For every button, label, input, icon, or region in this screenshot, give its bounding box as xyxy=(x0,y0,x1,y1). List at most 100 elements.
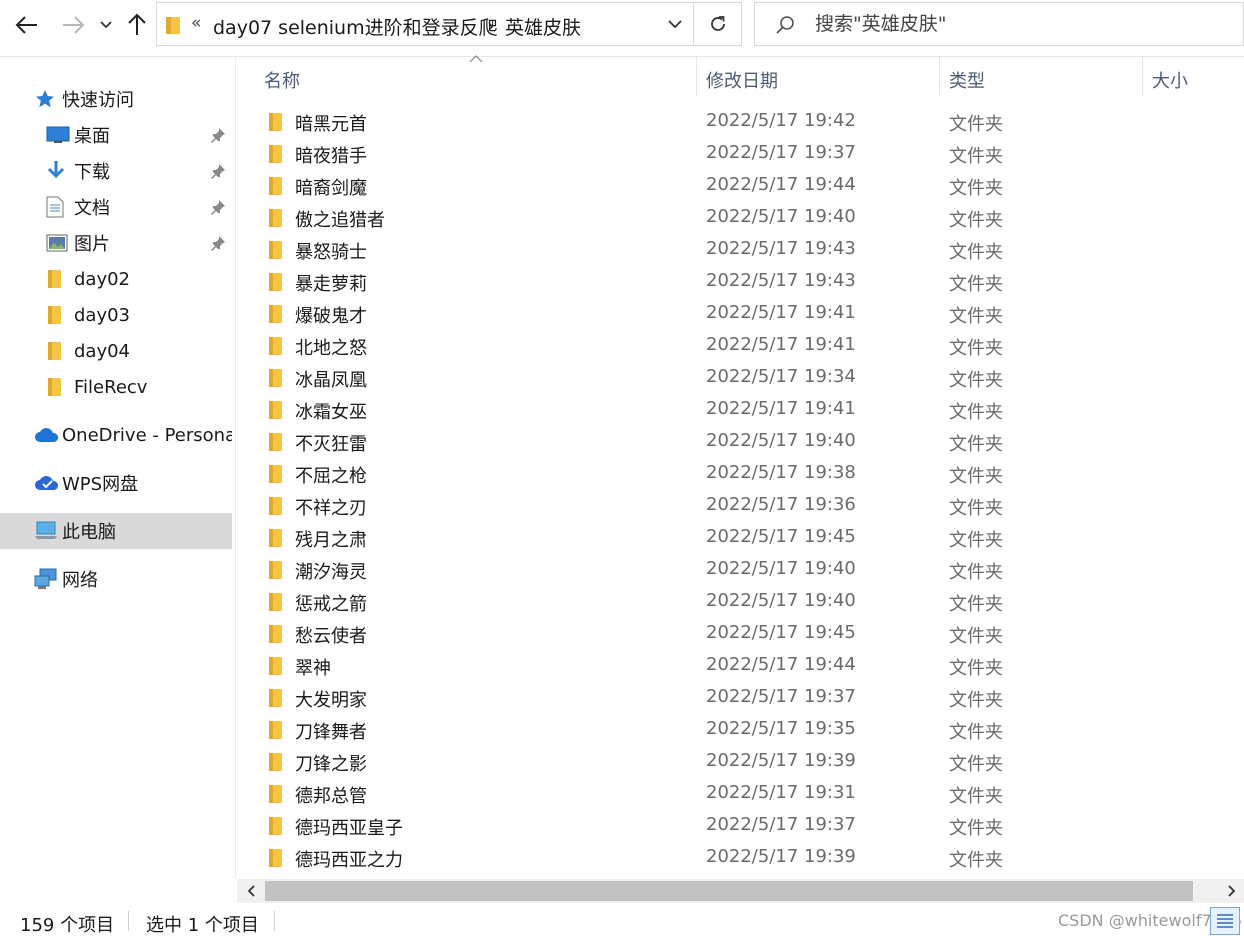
file-row[interactable]: 不灭狂雷 2022/5/17 19:40 文件夹 xyxy=(237,426,1197,458)
file-name[interactable]: 大发明家 xyxy=(295,686,367,712)
back-button[interactable] xyxy=(10,8,44,42)
folder-icon xyxy=(166,17,180,34)
file-name[interactable]: 暗裔剑魔 xyxy=(295,174,367,200)
column-divider[interactable] xyxy=(1142,57,1143,97)
column-divider[interactable] xyxy=(939,57,940,97)
file-row[interactable]: 冰晶凤凰 2022/5/17 19:34 文件夹 xyxy=(237,362,1197,394)
details-view-button[interactable] xyxy=(1210,907,1240,935)
sidebar-item-day04[interactable]: day04 xyxy=(0,333,232,369)
scroll-left-button[interactable] xyxy=(239,879,263,903)
file-list-view: 名称 修改日期 类型 大小 暗黑元首 2022/5/17 19:42 文件夹 暗夜猎手… xyxy=(237,55,1244,879)
recent-locations-button[interactable] xyxy=(96,8,116,42)
address-history-button[interactable] xyxy=(657,3,693,45)
breadcrumb-parent[interactable]: day07 selenium进阶和登录反爬 xyxy=(213,13,498,40)
file-date: 2022/5/17 19:36 xyxy=(706,494,856,515)
file-name[interactable]: 刀锋之影 xyxy=(295,750,367,776)
sidebar-item-network[interactable]: 网络 xyxy=(0,561,232,597)
file-row[interactable]: 冰霜女巫 2022/5/17 19:41 文件夹 xyxy=(237,394,1197,426)
file-row[interactable]: 愁云使者 2022/5/17 19:45 文件夹 xyxy=(237,618,1197,650)
file-date: 2022/5/17 19:31 xyxy=(706,782,856,803)
file-row[interactable]: 潮汐海灵 2022/5/17 19:40 文件夹 xyxy=(237,554,1197,586)
file-row[interactable]: 暗黑元首 2022/5/17 19:42 文件夹 xyxy=(237,106,1197,138)
scroll-thumb[interactable] xyxy=(265,881,1193,901)
sidebar-item-downloads[interactable]: 下载 xyxy=(0,153,232,189)
file-name[interactable]: 德邦总管 xyxy=(295,782,367,808)
column-header-type[interactable]: 类型 xyxy=(949,67,985,93)
column-header-name[interactable]: 名称 xyxy=(264,67,300,93)
file-name[interactable]: 翠神 xyxy=(295,654,331,680)
sidebar-item-label: 文档 xyxy=(74,198,110,219)
file-row[interactable]: 残月之肃 2022/5/17 19:45 文件夹 xyxy=(237,522,1197,554)
breadcrumb-separator[interactable]: › xyxy=(487,15,495,37)
address-bar[interactable]: « day07 selenium进阶和登录反爬 › 英雄皮肤 xyxy=(156,2,742,46)
search-input[interactable] xyxy=(815,11,1235,37)
file-name[interactable]: 暴怒骑士 xyxy=(295,238,367,264)
pin-icon[interactable] xyxy=(210,199,226,215)
file-name[interactable]: 不灭狂雷 xyxy=(295,430,367,456)
file-row[interactable]: 刀锋之影 2022/5/17 19:39 文件夹 xyxy=(237,746,1197,778)
file-row[interactable]: 暗夜猎手 2022/5/17 19:37 文件夹 xyxy=(237,138,1197,170)
file-name[interactable]: 暗夜猎手 xyxy=(295,142,367,168)
file-name[interactable]: 潮汐海灵 xyxy=(295,558,367,584)
file-date: 2022/5/17 19:40 xyxy=(706,558,856,579)
file-name[interactable]: 不祥之刃 xyxy=(295,494,367,520)
file-name[interactable]: 傲之追猎者 xyxy=(295,206,385,232)
sidebar-item-this-pc[interactable]: 此电脑 xyxy=(0,513,232,549)
sidebar-item-filerecv[interactable]: FileRecv xyxy=(0,369,232,405)
pin-icon[interactable] xyxy=(210,163,226,179)
column-header-date[interactable]: 修改日期 xyxy=(706,67,778,93)
file-date: 2022/5/17 19:38 xyxy=(706,462,856,483)
file-name[interactable]: 冰晶凤凰 xyxy=(295,366,367,392)
file-name[interactable]: 北地之怒 xyxy=(295,334,367,360)
file-name[interactable]: 德玛西亚之力 xyxy=(295,846,403,872)
file-row[interactable]: 德玛西亚皇子 2022/5/17 19:37 文件夹 xyxy=(237,810,1197,842)
file-row[interactable]: 翠神 2022/5/17 19:44 文件夹 xyxy=(237,650,1197,682)
horizontal-scrollbar[interactable] xyxy=(237,879,1244,903)
file-row[interactable]: 不屈之枪 2022/5/17 19:38 文件夹 xyxy=(237,458,1197,490)
file-name[interactable]: 德玛西亚皇子 xyxy=(295,814,403,840)
file-name[interactable]: 冰霜女巫 xyxy=(295,398,367,424)
file-row[interactable]: 不祥之刃 2022/5/17 19:36 文件夹 xyxy=(237,490,1197,522)
file-name[interactable]: 暗黑元首 xyxy=(295,110,367,136)
pin-icon[interactable] xyxy=(210,235,226,251)
file-row[interactable]: 傲之追猎者 2022/5/17 19:40 文件夹 xyxy=(237,202,1197,234)
scroll-right-button[interactable] xyxy=(1220,879,1244,903)
up-button[interactable] xyxy=(122,8,152,42)
sidebar-item-pictures[interactable]: 图片 xyxy=(0,225,232,261)
file-row[interactable]: 惩戒之箭 2022/5/17 19:40 文件夹 xyxy=(237,586,1197,618)
sidebar-item-onedrive[interactable]: OneDrive - Personal xyxy=(0,417,232,453)
search-box[interactable] xyxy=(754,2,1244,46)
file-name[interactable]: 残月之肃 xyxy=(295,526,367,552)
file-row[interactable]: 刀锋舞者 2022/5/17 19:35 文件夹 xyxy=(237,714,1197,746)
arrow-up-icon xyxy=(128,13,146,35)
sidebar-item-day02[interactable]: day02 xyxy=(0,261,232,297)
file-row[interactable]: 爆破鬼才 2022/5/17 19:41 文件夹 xyxy=(237,298,1197,330)
file-name[interactable]: 愁云使者 xyxy=(295,622,367,648)
file-name[interactable]: 惩戒之箭 xyxy=(295,590,367,616)
sidebar-item-quick-access[interactable]: 快速访问 xyxy=(0,81,232,117)
refresh-button[interactable] xyxy=(694,3,742,45)
file-row[interactable]: 暴走萝莉 2022/5/17 19:43 文件夹 xyxy=(237,266,1197,298)
file-name[interactable]: 刀锋舞者 xyxy=(295,718,367,744)
column-divider[interactable] xyxy=(696,57,697,97)
sidebar-item-desktop[interactable]: 桌面 xyxy=(0,117,232,153)
address-overflow[interactable]: « xyxy=(191,13,201,33)
breadcrumb-current[interactable]: 英雄皮肤 xyxy=(505,13,581,40)
sidebar-item-wps[interactable]: WPS网盘 xyxy=(0,465,232,501)
file-row[interactable]: 德玛西亚之力 2022/5/17 19:39 文件夹 xyxy=(237,842,1197,874)
file-name[interactable]: 爆破鬼才 xyxy=(295,302,367,328)
column-header-size[interactable]: 大小 xyxy=(1152,67,1188,93)
file-row[interactable]: 暴怒骑士 2022/5/17 19:43 文件夹 xyxy=(237,234,1197,266)
file-row[interactable]: 大发明家 2022/5/17 19:37 文件夹 xyxy=(237,682,1197,714)
file-name[interactable]: 暴走萝莉 xyxy=(295,270,367,296)
file-row[interactable]: 德邦总管 2022/5/17 19:31 文件夹 xyxy=(237,778,1197,810)
file-name[interactable]: 不屈之枪 xyxy=(295,462,367,488)
sidebar-item-documents[interactable]: 文档 xyxy=(0,189,232,225)
sidebar-item-day03[interactable]: day03 xyxy=(0,297,232,333)
file-row[interactable]: 北地之怒 2022/5/17 19:41 文件夹 xyxy=(237,330,1197,362)
forward-button[interactable] xyxy=(56,8,90,42)
file-type: 文件夹 xyxy=(949,530,1003,551)
file-row[interactable]: 暗裔剑魔 2022/5/17 19:44 文件夹 xyxy=(237,170,1197,202)
file-date: 2022/5/17 19:37 xyxy=(706,686,856,707)
pin-icon[interactable] xyxy=(210,127,226,143)
